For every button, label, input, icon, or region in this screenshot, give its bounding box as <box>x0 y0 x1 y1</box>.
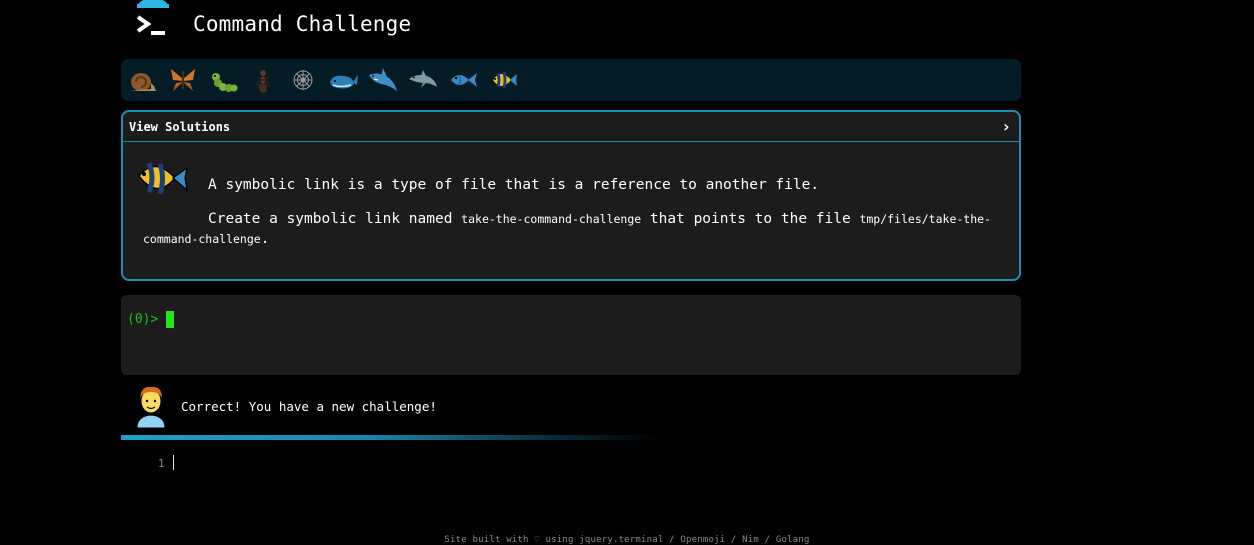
butterfly-icon[interactable] <box>167 65 199 95</box>
dolphin-icon[interactable] <box>407 65 439 95</box>
feedback-text: Correct! You have a new challenge! <box>181 399 437 414</box>
tropical-fish-icon[interactable] <box>487 65 519 95</box>
view-solutions-label: View Solutions <box>129 120 231 134</box>
task-middle: that points to the file <box>641 211 860 227</box>
person-avatar-icon <box>136 386 166 428</box>
chevron-right-icon: › <box>1001 117 1011 136</box>
challenge-panel: View Solutions › A symbolic link is a ty… <box>121 110 1021 281</box>
ant-icon[interactable] <box>247 65 279 95</box>
task-link-name: take-the-command-challenge <box>461 212 642 226</box>
shark-icon[interactable] <box>367 65 399 95</box>
view-solutions-toggle[interactable]: View Solutions › <box>123 112 1019 142</box>
challenge-task: Create a symbolic link named take-the-co… <box>143 209 1013 249</box>
footer: Site built with ♡ using jquery.terminal … <box>444 535 810 545</box>
header: Command Challenge <box>121 0 1021 52</box>
page-title: Command Challenge <box>193 12 412 36</box>
fish-icon[interactable] <box>447 65 479 95</box>
line-number: 1 <box>158 457 165 470</box>
whale-icon[interactable] <box>327 65 359 95</box>
task-suffix: . <box>260 231 270 247</box>
editor-cursor <box>173 455 174 470</box>
achievement-badges <box>121 59 1021 101</box>
caterpillar-icon[interactable] <box>207 65 239 95</box>
terminal[interactable]: (0)> <box>121 295 1021 375</box>
terminal-cursor <box>166 311 174 328</box>
progress-divider <box>121 435 661 440</box>
task-prefix: Create a symbolic link named <box>208 211 462 227</box>
spider-web-icon[interactable] <box>287 65 319 95</box>
challenge-description: A symbolic link is a type of file that i… <box>208 177 820 193</box>
editor[interactable]: 1 <box>121 452 421 472</box>
terminal-prompt-icon <box>136 0 169 35</box>
snail-icon[interactable] <box>127 65 159 95</box>
feedback-message: Correct! You have a new challenge! <box>121 384 721 430</box>
terminal-prompt: (0)> <box>127 312 159 327</box>
tropical-fish-icon <box>138 162 188 195</box>
